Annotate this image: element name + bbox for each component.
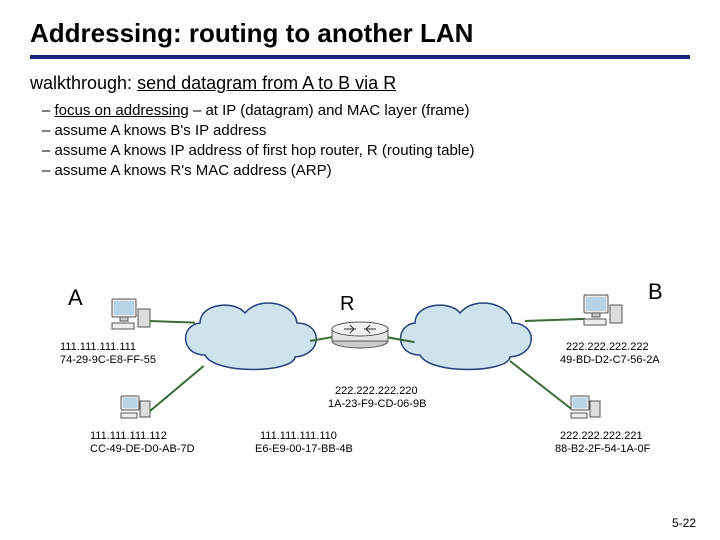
router-label: R [340,293,354,316]
bullet-rest: assume A knows IP address of first hop r… [55,142,475,159]
host-a2-ip: 111.111.111.112 [90,430,167,443]
host-a-label: A [68,285,83,311]
host-b2-ip: 222.222.222.221 [560,430,643,443]
host-b-label: B [648,279,663,305]
host-a-mac: 74-29-9C-E8-FF-55 [60,354,156,367]
bullet-rest: – at IP (datagram) and MAC layer (frame) [189,102,470,119]
bullet-item: assume A knows R's MAC address (ARP) [60,162,690,179]
link-line [150,320,195,324]
subtitle: walkthrough: send datagram from A to B v… [30,73,690,94]
host-a-icon [110,297,152,333]
subtitle-underlined: send datagram from A to B via R [137,73,396,93]
router-left-ip: 111.111.111.110 [260,430,337,443]
bullet-item: assume A knows B's IP address [60,122,690,139]
router-left-mac: E6-E9-00-17-BB-4B [255,443,353,456]
bullet-underlined: focus on addressing [55,102,189,119]
bullet-list: focus on addressing – at IP (datagram) a… [60,102,690,179]
network-diagram: A 111.111.111.111 74-29-9C-E8-FF-55 111.… [0,265,720,505]
host-b-ip: 222.222.222.222 [566,341,649,354]
title-rule [30,55,690,59]
host-b-mac: 49-BD-D2-C7-56-2A [560,354,660,367]
bullet-rest: assume A knows R's MAC address (ARP) [55,162,332,179]
host-a2-icon [120,395,154,423]
router-right-ip: 222.222.222.220 [335,385,418,398]
host-b2-mac: 88-B2-2F-54-1A-0F [555,443,650,456]
subtitle-prefix: walkthrough: [30,73,137,93]
lan-cloud-left [175,295,325,375]
bullet-rest: assume A knows B's IP address [55,122,267,139]
bullet-item: focus on addressing – at IP (datagram) a… [60,102,690,119]
bullet-item: assume A knows IP address of first hop r… [60,142,690,159]
host-b2-icon [570,395,604,423]
router-icon [330,321,390,349]
lan-cloud-right [390,295,540,375]
router-right-mac: 1A-23-F9-CD-06-9B [328,398,426,411]
page-number: 5-22 [672,516,696,530]
host-a-ip: 111.111.111.111 [60,341,136,354]
page-title: Addressing: routing to another LAN [30,18,690,49]
host-b-icon [582,293,624,329]
host-a2-mac: CC-49-DE-D0-AB-7D [90,443,195,456]
link-line [509,360,573,411]
